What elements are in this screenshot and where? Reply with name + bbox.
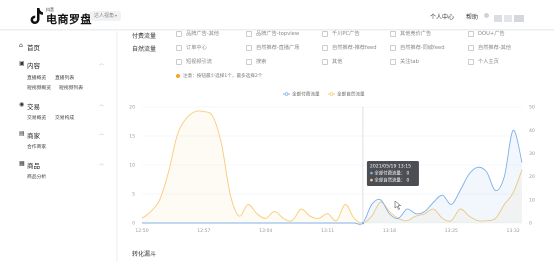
x-tick-label: 13:18 <box>383 228 396 234</box>
trade-icon: ◉ <box>19 101 25 108</box>
legend-label-1: 全部自然流量 <box>337 91 365 98</box>
top-header: 抖音 电商罗盘 达人视角▾ 个人中心 帮助 <box>0 0 554 30</box>
y-right-tick-label: 30 <box>529 151 535 157</box>
account-name-blur <box>504 15 512 22</box>
x-tick-label: 13:25 <box>445 228 458 234</box>
account-name-blur <box>514 15 524 22</box>
legend-label-0: 全部付费流量 <box>292 91 320 98</box>
main-panel: 付费流量 自然流量 品牌广告-其他 品牌广告-topview 千川PC广告 其他… <box>118 31 554 262</box>
nav-home[interactable]: ⌂ 首页 <box>0 40 116 53</box>
x-tick-label: 13:04 <box>259 228 272 234</box>
chevron-down-icon: ▾ <box>115 13 118 18</box>
nav-trade-label: 交易 <box>27 103 40 111</box>
x-tick-label: 13:11 <box>321 228 334 234</box>
account-avatar <box>494 15 502 22</box>
legend-marker-0 <box>284 92 289 96</box>
role-select[interactable]: 达人视角▾ <box>90 11 122 21</box>
tooltip-dot-0 <box>370 171 373 175</box>
y-right-tick-label: 10 <box>529 197 535 203</box>
y-right-tick-label: 50 <box>529 105 535 111</box>
hover-point-paid <box>361 221 365 225</box>
nav-sub-video-list[interactable]: 短视频列表 <box>59 84 83 91</box>
x-tick-label: 12:57 <box>197 228 210 234</box>
nav-sub-video-overview[interactable]: 短视频概览 <box>27 84 51 91</box>
douyin-logo-icon <box>30 8 43 24</box>
help-link[interactable]: 帮助 <box>466 12 478 21</box>
user-center-link[interactable]: 个人中心 <box>430 12 454 21</box>
y-left-tick-label: 10 <box>129 163 135 169</box>
nav-trade[interactable]: ◉ 交易 ︿ <box>0 99 116 112</box>
y-right-tick-label: 40 <box>529 128 535 134</box>
legend-marker-1 <box>329 92 334 96</box>
sidebar: ⌂ 首页 ▣ 内容 ︿ 直播概览 直播列表 短视频概览 短视频列表 ◉ 交易 ︿… <box>0 31 116 262</box>
tooltip-dot-1 <box>370 178 373 182</box>
tooltip-title: 2021/05/19 13:15 <box>370 164 411 170</box>
avatar[interactable] <box>484 13 489 18</box>
nav-product[interactable]: ▦ 商品 ︿ <box>0 158 116 171</box>
y-left-tick-label: 5 <box>132 192 135 198</box>
role-select-value: 达人视角 <box>94 13 115 19</box>
chevron-up-icon: ︿ <box>99 131 105 137</box>
logo-title: 电商罗盘 <box>46 13 92 26</box>
conversion-funnel-title: 转化漏斗 <box>132 251 157 258</box>
y-left-tick-label: 20 <box>129 105 135 111</box>
x-tick-label: 13:32 <box>507 228 520 234</box>
product-icon: ▦ <box>19 160 25 167</box>
nav-merchant[interactable]: ▤ 商家 ︿ <box>0 128 116 141</box>
y-left-tick-label: 0 <box>132 221 135 227</box>
chevron-up-icon: ︿ <box>99 102 105 108</box>
nav-sub-live-list[interactable]: 直播列表 <box>55 74 74 81</box>
nav-home-label: 首页 <box>27 44 40 52</box>
y-right-tick-label: 0 <box>529 221 532 227</box>
chevron-up-icon: ︿ <box>99 161 105 167</box>
y-right-tick-label: 20 <box>529 174 535 180</box>
nav-sub-live-overview[interactable]: 直播概览 <box>27 74 46 81</box>
nav-sub-trade-composition[interactable]: 交易构成 <box>55 114 74 121</box>
nav-sub-trade-overview[interactable]: 交易概览 <box>27 114 46 121</box>
nav-sub-product-analysis[interactable]: 商品分析 <box>27 173 46 180</box>
traffic-line-chart[interactable]: 全部付费流量 全部自然流量 0 5 10 15 20 0 10 20 30 40 50 12:50 12:5… <box>118 31 554 262</box>
merchant-icon: ▤ <box>19 130 25 137</box>
nav-content[interactable]: ▣ 内容 ︿ <box>0 58 116 71</box>
y-left-tick-label: 15 <box>129 134 135 140</box>
nav-product-label: 商品 <box>27 162 40 170</box>
nav-merchant-label: 商家 <box>27 132 40 140</box>
mouse-cursor-icon <box>394 200 402 210</box>
home-icon: ⌂ <box>19 42 23 49</box>
tooltip-row-0: 全部付费流量： 0 <box>374 170 409 177</box>
x-tick-label: 12:50 <box>135 228 148 234</box>
chevron-up-icon: ︿ <box>99 61 105 67</box>
content-icon: ▣ <box>19 60 25 67</box>
nav-content-label: 内容 <box>27 62 40 70</box>
tooltip-row-1: 全部自然流量： 0 <box>374 177 409 184</box>
nav-sub-partner-merchants[interactable]: 合作商家 <box>27 143 46 150</box>
